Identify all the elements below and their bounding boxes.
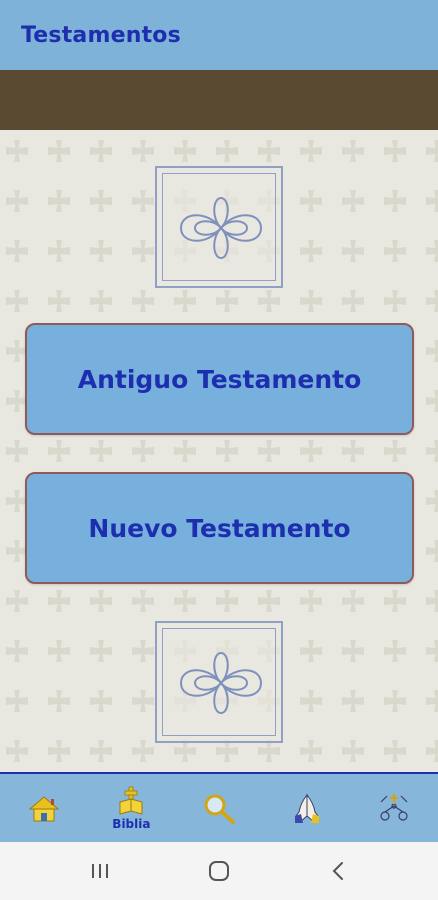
nav-item-prayer[interactable] [272,778,342,838]
nav-item-home[interactable] [9,778,79,838]
back-icon [332,862,344,880]
home-circle-icon [208,861,229,881]
recent-apps-icon [91,864,108,878]
nav-item-rosary[interactable] [359,778,429,838]
main-content: Antiguo Testamento Nuevo Testamento [0,130,438,772]
header-band [0,70,438,130]
praying-hands-icon [294,793,319,823]
ornament-frame-bottom [155,621,283,743]
old-testament-button[interactable]: Antiguo Testamento [25,323,414,435]
ornament-frame-top [155,166,283,288]
rosary-icon [380,794,408,821]
app-bar: Testamentos [0,0,438,70]
nav-label-biblia: Biblia [112,816,151,831]
system-home-button[interactable] [189,851,249,891]
new-testament-button[interactable]: Nuevo Testamento [25,472,414,584]
system-back-button[interactable] [308,851,368,891]
system-navigation-bar [0,842,438,900]
nav-item-biblia[interactable]: Biblia [96,778,166,838]
page-title: Testamentos [21,22,181,48]
bible-icon [119,786,143,815]
nav-item-search[interactable] [184,778,254,838]
bottom-navigation: Biblia [0,772,438,842]
flourish-ornament-icon [179,651,263,715]
search-icon [204,794,235,824]
flourish-ornament-icon [179,196,263,260]
recent-apps-button[interactable] [70,851,130,891]
home-icon [28,796,60,822]
